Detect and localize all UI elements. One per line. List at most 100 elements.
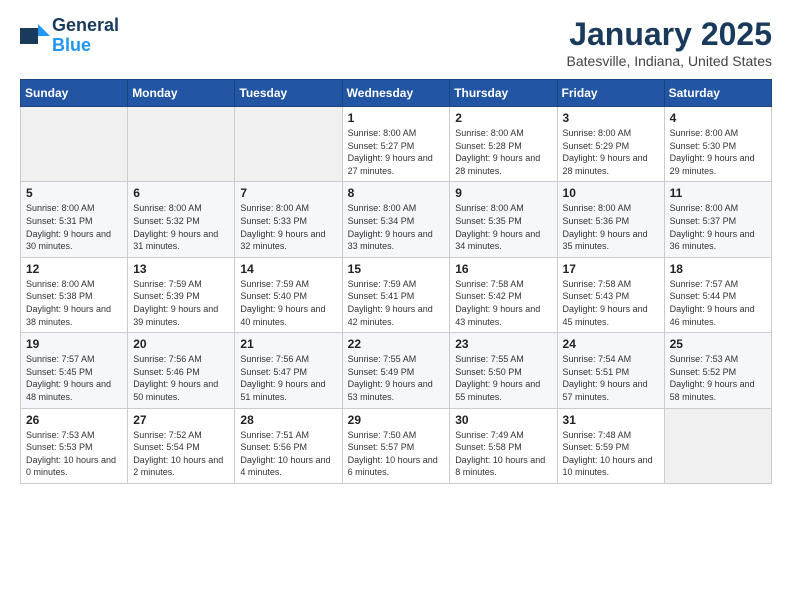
day-info: Sunrise: 8:00 AM Sunset: 5:35 PM Dayligh… [455,202,551,252]
day-cell: 31 Sunrise: 7:48 AM Sunset: 5:59 PM Dayli… [557,408,664,483]
day-cell: 28Sunrise: 7:51 AM Sunset: 5:56 PM Dayli… [235,408,342,483]
day-number: 9 [455,186,551,200]
day-info: Sunrise: 7:56 AM Sunset: 5:46 PM Dayligh… [133,353,229,403]
day-number: 26 [26,413,122,427]
day-info: Sunrise: 7:57 AM Sunset: 5:45 PM Dayligh… [26,353,122,403]
title-block: January 2025 Batesville, Indiana, United… [567,16,772,69]
day-cell: 9 Sunrise: 8:00 AM Sunset: 5:35 PM Daylig… [450,182,557,257]
day-number: 31 [563,413,659,427]
day-cell: 22 Sunrise: 7:55 AM Sunset: 5:49 PM Dayli… [342,333,450,408]
day-number: 5 [26,186,122,200]
day-info: Sunrise: 7:49 AM Sunset: 5:58 PM Dayligh… [455,429,551,479]
day-cell [235,107,342,182]
day-cell: 16 Sunrise: 7:58 AM Sunset: 5:42 PM Dayli… [450,257,557,332]
day-number: 22 [348,337,445,351]
day-number: 3 [563,111,659,125]
day-cell: 26 Sunrise: 7:53 AM Sunset: 5:53 PM Dayli… [21,408,128,483]
day-number: 29 [348,413,445,427]
weekday-wednesday: Wednesday [342,80,450,107]
day-info: Sunrise: 7:58 AM Sunset: 5:42 PM Dayligh… [455,278,551,328]
day-info: Sunrise: 7:48 AM Sunset: 5:59 PM Dayligh… [563,429,659,479]
day-info: Sunrise: 7:52 AM Sunset: 5:54 PM Dayligh… [133,429,229,479]
day-number: 7 [240,186,336,200]
weekday-saturday: Saturday [664,80,771,107]
day-cell: 8Sunrise: 8:00 AM Sunset: 5:34 PM Daylig… [342,182,450,257]
day-cell: 13Sunrise: 7:59 AM Sunset: 5:39 PM Dayli… [128,257,235,332]
day-cell: 1Sunrise: 8:00 AM Sunset: 5:27 PM Daylig… [342,107,450,182]
day-info: Sunrise: 8:00 AM Sunset: 5:33 PM Dayligh… [240,202,336,252]
logo-icon [20,24,50,48]
week-row-2: 5 Sunrise: 8:00 AM Sunset: 5:31 PM Daylig… [21,182,772,257]
day-number: 15 [348,262,445,276]
day-number: 28 [240,413,336,427]
day-number: 8 [348,186,445,200]
day-cell [664,408,771,483]
day-cell: 12 Sunrise: 8:00 AM Sunset: 5:38 PM Dayli… [21,257,128,332]
day-number: 12 [26,262,122,276]
weekday-monday: Monday [128,80,235,107]
day-info: Sunrise: 8:00 AM Sunset: 5:27 PM Dayligh… [348,127,445,177]
day-info: Sunrise: 8:00 AM Sunset: 5:38 PM Dayligh… [26,278,122,328]
logo-line2: Blue [52,35,91,55]
logo-text: General Blue [52,16,119,56]
day-cell: 21Sunrise: 7:56 AM Sunset: 5:47 PM Dayli… [235,333,342,408]
day-number: 23 [455,337,551,351]
day-info: Sunrise: 7:59 AM Sunset: 5:40 PM Dayligh… [240,278,336,328]
day-info: Sunrise: 8:00 AM Sunset: 5:31 PM Dayligh… [26,202,122,252]
day-number: 17 [563,262,659,276]
week-row-1: 1Sunrise: 8:00 AM Sunset: 5:27 PM Daylig… [21,107,772,182]
day-info: Sunrise: 7:54 AM Sunset: 5:51 PM Dayligh… [563,353,659,403]
day-cell: 2Sunrise: 8:00 AM Sunset: 5:28 PM Daylig… [450,107,557,182]
day-number: 30 [455,413,551,427]
day-info: Sunrise: 8:00 AM Sunset: 5:32 PM Dayligh… [133,202,229,252]
week-row-3: 12 Sunrise: 8:00 AM Sunset: 5:38 PM Dayli… [21,257,772,332]
day-info: Sunrise: 7:59 AM Sunset: 5:41 PM Dayligh… [348,278,445,328]
day-cell: 5 Sunrise: 8:00 AM Sunset: 5:31 PM Daylig… [21,182,128,257]
day-number: 13 [133,262,229,276]
weekday-friday: Friday [557,80,664,107]
weekday-thursday: Thursday [450,80,557,107]
day-cell: 18 Sunrise: 7:57 AM Sunset: 5:44 PM Dayli… [664,257,771,332]
day-cell: 23Sunrise: 7:55 AM Sunset: 5:50 PM Dayli… [450,333,557,408]
day-cell: 3 Sunrise: 8:00 AM Sunset: 5:29 PM Daylig… [557,107,664,182]
day-info: Sunrise: 7:56 AM Sunset: 5:47 PM Dayligh… [240,353,336,403]
week-row-4: 19Sunrise: 7:57 AM Sunset: 5:45 PM Dayli… [21,333,772,408]
header: General Blue January 2025 Batesville, In… [20,16,772,69]
day-info: Sunrise: 7:53 AM Sunset: 5:53 PM Dayligh… [26,429,122,479]
calendar: SundayMondayTuesdayWednesdayThursdayFrid… [20,79,772,484]
day-info: Sunrise: 7:55 AM Sunset: 5:49 PM Dayligh… [348,353,445,403]
subtitle: Batesville, Indiana, United States [567,53,772,69]
day-cell: 17 Sunrise: 7:58 AM Sunset: 5:43 PM Dayli… [557,257,664,332]
month-title: January 2025 [567,16,772,53]
day-number: 2 [455,111,551,125]
day-number: 20 [133,337,229,351]
weekday-header-row: SundayMondayTuesdayWednesdayThursdayFrid… [21,80,772,107]
day-number: 27 [133,413,229,427]
day-number: 14 [240,262,336,276]
day-info: Sunrise: 8:00 AM Sunset: 5:29 PM Dayligh… [563,127,659,177]
day-info: Sunrise: 8:00 AM Sunset: 5:30 PM Dayligh… [670,127,766,177]
day-info: Sunrise: 7:57 AM Sunset: 5:44 PM Dayligh… [670,278,766,328]
day-cell [128,107,235,182]
day-number: 25 [670,337,766,351]
weekday-tuesday: Tuesday [235,80,342,107]
logo: General Blue [20,16,119,56]
page-container: General Blue January 2025 Batesville, In… [0,0,792,494]
weekday-sunday: Sunday [21,80,128,107]
day-info: Sunrise: 7:58 AM Sunset: 5:43 PM Dayligh… [563,278,659,328]
day-cell: 20 Sunrise: 7:56 AM Sunset: 5:46 PM Dayli… [128,333,235,408]
day-cell: 29 Sunrise: 7:50 AM Sunset: 5:57 PM Dayli… [342,408,450,483]
day-info: Sunrise: 7:50 AM Sunset: 5:57 PM Dayligh… [348,429,445,479]
day-cell: 6Sunrise: 8:00 AM Sunset: 5:32 PM Daylig… [128,182,235,257]
day-cell: 27 Sunrise: 7:52 AM Sunset: 5:54 PM Dayli… [128,408,235,483]
day-info: Sunrise: 7:53 AM Sunset: 5:52 PM Dayligh… [670,353,766,403]
day-cell: 4Sunrise: 8:00 AM Sunset: 5:30 PM Daylig… [664,107,771,182]
day-cell: 11Sunrise: 8:00 AM Sunset: 5:37 PM Dayli… [664,182,771,257]
day-cell: 15 Sunrise: 7:59 AM Sunset: 5:41 PM Dayli… [342,257,450,332]
day-cell: 19Sunrise: 7:57 AM Sunset: 5:45 PM Dayli… [21,333,128,408]
day-number: 11 [670,186,766,200]
day-cell: 25 Sunrise: 7:53 AM Sunset: 5:52 PM Dayli… [664,333,771,408]
day-info: Sunrise: 8:00 AM Sunset: 5:36 PM Dayligh… [563,202,659,252]
day-number: 16 [455,262,551,276]
day-number: 18 [670,262,766,276]
